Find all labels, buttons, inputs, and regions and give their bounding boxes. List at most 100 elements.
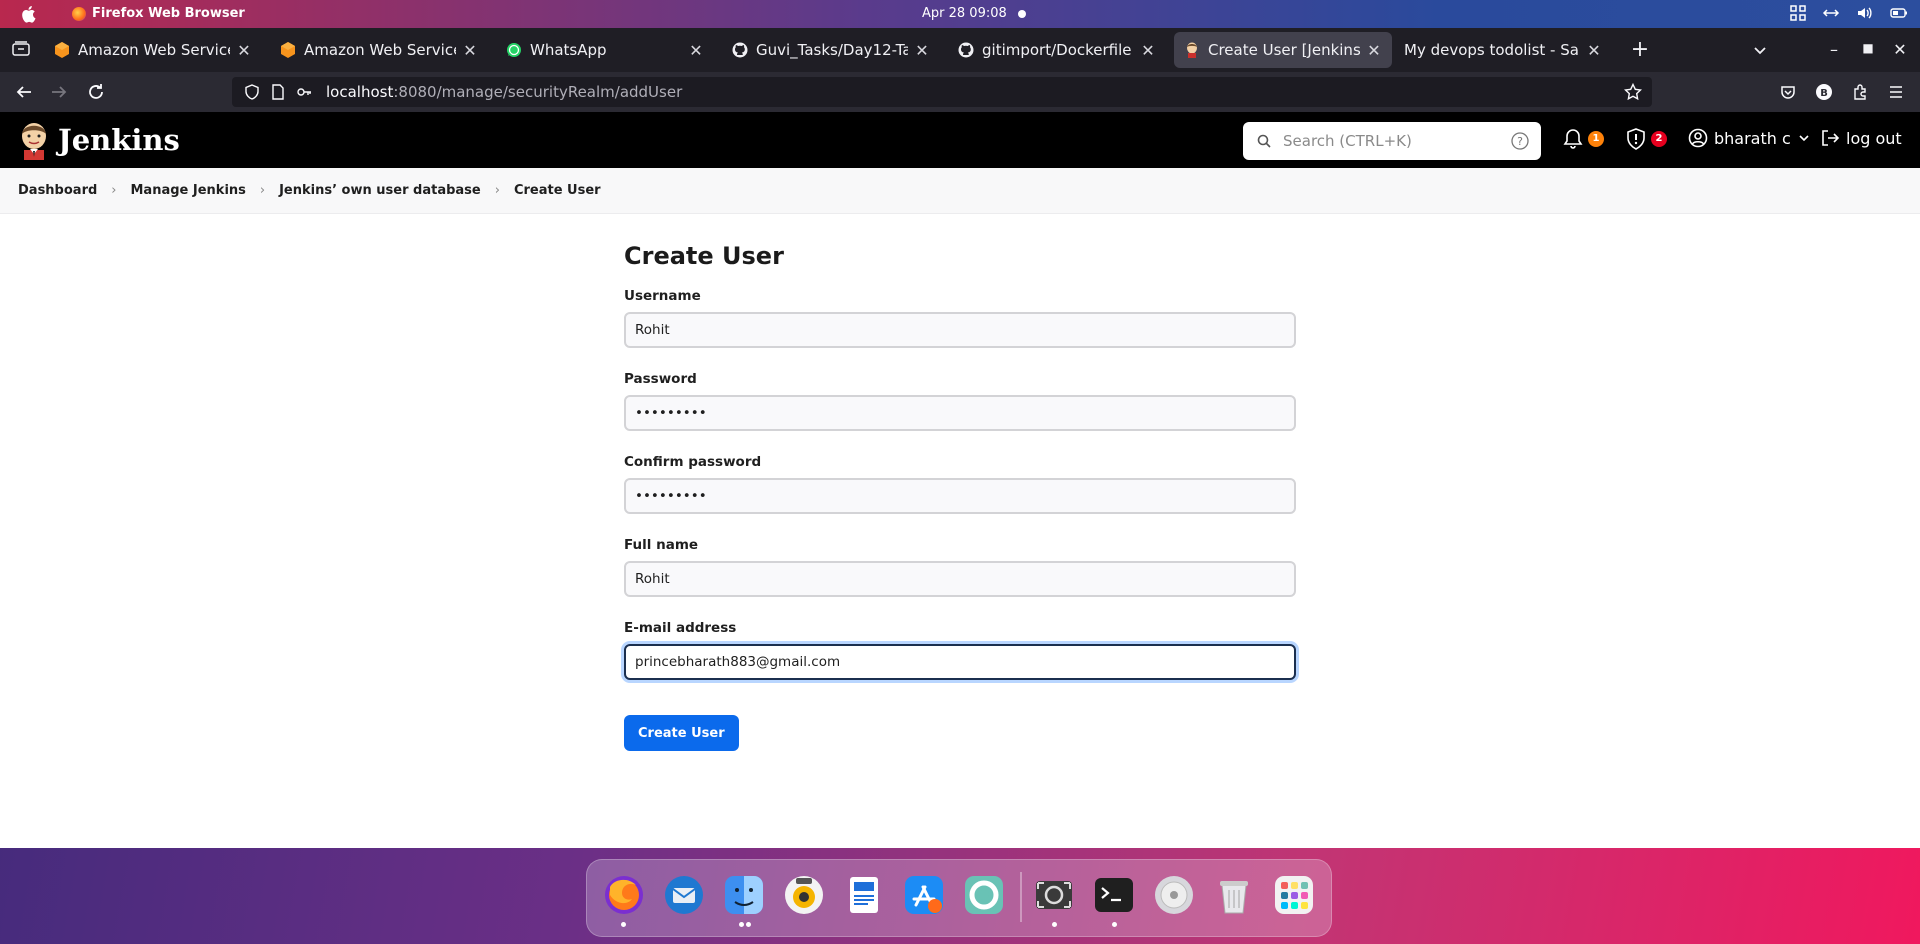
key-icon[interactable]: [296, 84, 312, 100]
network-icon[interactable]: [1822, 5, 1840, 21]
notifications-button[interactable]: 1: [1563, 128, 1604, 150]
logout-label: log out: [1846, 128, 1902, 148]
dock-separator: [1020, 872, 1022, 922]
browser-tab[interactable]: Amazon Web Services Sig ✕: [44, 32, 262, 68]
url-host: localhost: [326, 83, 394, 101]
password-input[interactable]: [624, 395, 1296, 431]
back-button[interactable]: [12, 80, 36, 104]
tab-title: Guvi_Tasks/Day12-Task9(: [756, 41, 908, 59]
terminal-dock-icon[interactable]: [1091, 872, 1137, 918]
app-store-dock-icon[interactable]: [901, 872, 947, 918]
maximize-window-button[interactable]: ■: [1858, 41, 1878, 55]
close-tab-icon[interactable]: ✕: [1366, 41, 1382, 60]
svg-text:?: ?: [1517, 135, 1523, 148]
logout-button[interactable]: log out: [1820, 128, 1902, 148]
bell-icon: [1563, 129, 1583, 149]
active-app-name: Firefox Web Browser: [92, 6, 245, 21]
chevron-right-icon: ›: [494, 183, 500, 198]
active-app-menu[interactable]: Firefox Web Browser: [72, 6, 245, 21]
extensions-button[interactable]: [1850, 82, 1870, 102]
shield-alert-icon: [1627, 128, 1645, 150]
email-input[interactable]: [624, 644, 1296, 680]
bookmark-star-icon[interactable]: [1624, 83, 1642, 101]
account-avatar-button[interactable]: B: [1814, 82, 1834, 102]
username-label: Username: [624, 288, 701, 304]
username-input[interactable]: [624, 312, 1296, 348]
rhythmbox-dock-icon[interactable]: [781, 872, 827, 918]
tab-title: Create User [Jenkins]: [1208, 41, 1360, 59]
disc-dock-icon[interactable]: [1151, 872, 1197, 918]
jenkins-brand-title: Jenkins: [58, 123, 180, 157]
close-tab-icon[interactable]: ✕: [688, 41, 704, 60]
firefox-dock-icon[interactable]: [601, 872, 647, 918]
browser-tab-active[interactable]: Create User [Jenkins] ✕: [1174, 32, 1392, 68]
list-all-tabs-icon[interactable]: [12, 41, 30, 57]
close-tab-icon[interactable]: ✕: [462, 41, 478, 60]
confirm-password-input[interactable]: [624, 478, 1296, 514]
user-menu[interactable]: bharath c: [1688, 128, 1811, 148]
app-menu-button[interactable]: [1886, 82, 1906, 102]
aws-icon: [54, 42, 70, 58]
breadcrumb-user-database[interactable]: Jenkins’ own user database: [279, 183, 481, 198]
jenkins-header: Jenkins ? 1 2 bharath c log out: [0, 112, 1920, 168]
close-tab-icon[interactable]: ✕: [914, 41, 930, 60]
new-tab-button[interactable]: +: [1628, 37, 1652, 62]
arrow-left-icon: [16, 86, 31, 98]
document-viewer-dock-icon[interactable]: [841, 872, 887, 918]
help-icon[interactable]: ?: [1511, 132, 1529, 150]
search-input[interactable]: [1283, 132, 1503, 150]
breadcrumb-dashboard[interactable]: Dashboard: [18, 183, 97, 198]
chevron-down-icon: [1799, 135, 1809, 142]
breadcrumb-create-user[interactable]: Create User: [514, 183, 601, 198]
forward-button[interactable]: [47, 80, 71, 104]
pocket-button[interactable]: [1778, 82, 1798, 102]
whatsapp-icon: [506, 42, 522, 58]
close-tab-icon[interactable]: ✕: [1140, 41, 1156, 60]
reload-button[interactable]: [84, 80, 108, 104]
close-tab-icon[interactable]: ✕: [1586, 41, 1602, 60]
browser-tab[interactable]: gitimport/Dockerfile at m ✕: [948, 32, 1166, 68]
tab-title: My devops todolist - Sample: [1404, 41, 1580, 59]
running-indicator: [1112, 922, 1117, 927]
shield-icon[interactable]: [244, 84, 260, 100]
tab-title: gitimport/Dockerfile at m: [982, 41, 1134, 59]
jenkins-logo-icon: [22, 123, 46, 160]
browser-tab[interactable]: WhatsApp ✕: [496, 32, 714, 68]
arrow-right-icon: [52, 86, 67, 98]
minimize-window-button[interactable]: –: [1824, 40, 1844, 59]
breadcrumb-manage-jenkins[interactable]: Manage Jenkins: [131, 183, 246, 198]
thunderbird-dock-icon[interactable]: [661, 872, 707, 918]
screenshot-dock-icon[interactable]: [1031, 872, 1077, 918]
help-dock-icon[interactable]: [961, 872, 1007, 918]
jenkins-home-link[interactable]: Jenkins: [18, 120, 180, 160]
security-warnings-button[interactable]: 2: [1626, 128, 1667, 150]
grid-icon[interactable]: [1790, 5, 1806, 21]
volume-icon[interactable]: [1856, 5, 1874, 21]
github-icon: [732, 42, 748, 58]
browser-tab[interactable]: Amazon Web Services Sig ✕: [270, 32, 488, 68]
app-grid-dock-icon[interactable]: [1271, 872, 1317, 918]
jenkins-search-box[interactable]: ?: [1243, 122, 1541, 160]
browser-tab[interactable]: My devops todolist - Sample ✕: [1394, 32, 1612, 68]
close-tab-icon[interactable]: ✕: [236, 41, 252, 60]
url-text[interactable]: localhost:8080/manage/securityRealm/addU…: [326, 83, 682, 101]
chevron-down-icon[interactable]: [1750, 40, 1770, 60]
apple-menu-icon[interactable]: [20, 5, 36, 23]
browser-tab[interactable]: Guvi_Tasks/Day12-Task9( ✕: [722, 32, 940, 68]
create-user-button[interactable]: Create User: [624, 715, 739, 751]
finder-dock-icon[interactable]: [721, 872, 767, 918]
fullname-field-group: Full name: [624, 537, 1296, 597]
address-bar[interactable]: localhost:8080/manage/securityRealm/addU…: [232, 77, 1652, 107]
confirm-password-field-group: Confirm password: [624, 454, 1296, 514]
tab-title: Amazon Web Services Sig: [78, 41, 230, 59]
close-window-button[interactable]: ✕: [1890, 40, 1910, 59]
username-field-group: Username: [624, 288, 1296, 348]
email-label: E-mail address: [624, 620, 737, 636]
system-tray: [1790, 5, 1908, 21]
battery-icon[interactable]: [1890, 5, 1908, 21]
email-field-group: E-mail address: [624, 620, 1296, 680]
fullname-input[interactable]: [624, 561, 1296, 597]
trash-dock-icon[interactable]: [1211, 872, 1257, 918]
page-info-icon[interactable]: [270, 84, 286, 100]
clock[interactable]: Apr 28 09:08: [922, 6, 1007, 21]
